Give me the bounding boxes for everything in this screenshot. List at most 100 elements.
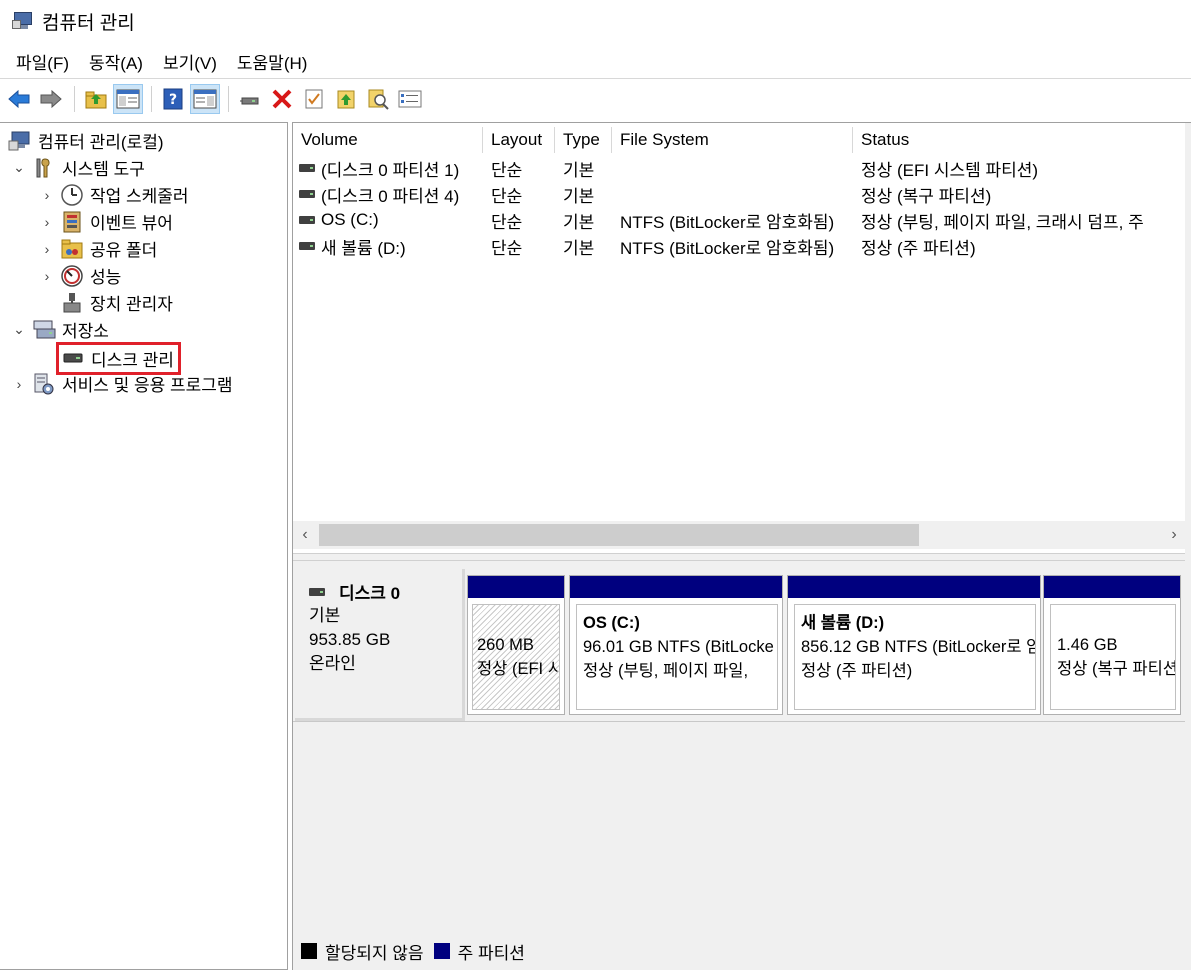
chevron-right-icon[interactable]: ›	[40, 241, 54, 257]
column-header-volume[interactable]: Volume	[293, 127, 483, 153]
disk-kind: 기본	[309, 606, 341, 625]
partition-size: 96.01 GB NTFS (BitLocke	[583, 638, 774, 656]
tree-item-storage[interactable]: ⌄ 저장소	[12, 316, 109, 343]
scrollbar-thumb[interactable]	[319, 524, 919, 546]
partition-new-volume-d[interactable]: 새 볼륨 (D:) 856.12 GB NTFS (BitLocker로 암 정…	[787, 575, 1041, 715]
volume-cell: (디스크 0 파티션 1)	[293, 155, 483, 181]
help-button[interactable]: ?	[158, 84, 188, 114]
layout-cell: 단순	[491, 186, 523, 206]
computer-management-icon	[12, 10, 34, 32]
column-header-file-system[interactable]: File System	[612, 127, 853, 153]
legend: 할당되지 않음 주 파티션	[301, 938, 525, 964]
vertical-scrollbar[interactable]	[1185, 123, 1191, 970]
disk-icon	[299, 164, 315, 172]
scroll-right-icon[interactable]: ›	[1164, 525, 1184, 545]
partition-status: 정상 (EFI 시	[477, 660, 560, 678]
chevron-right-icon[interactable]: ›	[40, 187, 54, 203]
show-hide-tree-icon	[116, 89, 140, 108]
status-cell: 정상 (주 파티션)	[861, 238, 976, 258]
disk-name: 디스크 0	[339, 584, 401, 603]
tree-label: 컴퓨터 관리(로컬)	[38, 133, 164, 152]
disk-0-label[interactable]: 디스크 0 기본 953.85 GB 온라인	[295, 569, 465, 721]
partition-title	[1057, 611, 1169, 633]
disk-title: 디스크 0	[309, 579, 462, 604]
fs-cell	[612, 181, 853, 207]
disk-graphical-view: 디스크 0 기본 953.85 GB 온라인 260 MB 정상 (EFI 시 …	[293, 561, 1186, 970]
show-hide-action-pane-button[interactable]	[190, 83, 220, 114]
type-cell: 기본	[563, 186, 595, 206]
volume-cell: (디스크 0 파티션 4)	[293, 181, 483, 207]
list-view-button[interactable]	[395, 84, 425, 114]
partition-body: OS (C:) 96.01 GB NTFS (BitLocke 정상 (부팅, …	[576, 604, 778, 710]
table-row[interactable]: (디스크 0 파티션 4) 단순 기본 정상 (복구 파티션)	[293, 181, 1186, 207]
disk-size: 953.85 GB	[309, 630, 391, 649]
column-header-layout[interactable]: Layout	[483, 127, 555, 153]
partition-bar	[570, 576, 782, 598]
table-row[interactable]: 새 볼륨 (D:) 단순 기본 NTFS (BitLocker로 암호화됨) 정…	[293, 233, 1186, 259]
tree-item-root[interactable]: 컴퓨터 관리(로컬)	[8, 127, 164, 154]
tree-label: 장치 관리자	[90, 295, 173, 314]
partition-title: OS (C:)	[583, 614, 640, 632]
properties-button[interactable]	[299, 84, 329, 114]
tree-item-services-applications[interactable]: › 서비스 및 응용 프로그램	[12, 370, 233, 397]
toolbar: ?	[0, 78, 1191, 118]
computer-management-icon	[8, 129, 32, 153]
partition-bar	[468, 576, 564, 598]
menu-file[interactable]: 파일(F)	[6, 45, 79, 78]
partition-size: 856.12 GB NTFS (BitLocker로 암	[801, 638, 1036, 656]
status-cell: 정상 (EFI 시스템 파티션)	[861, 160, 1039, 180]
chevron-right-icon[interactable]: ›	[40, 268, 54, 284]
partition-recovery[interactable]: 1.46 GB 정상 (복구 파티션)	[1043, 575, 1181, 715]
column-header-status[interactable]: Status	[853, 127, 1186, 153]
partition-efi[interactable]: 260 MB 정상 (EFI 시	[467, 575, 565, 715]
chevron-down-icon[interactable]: ⌄	[12, 321, 26, 337]
partition-os-c[interactable]: OS (C:) 96.01 GB NTFS (BitLocke 정상 (부팅, …	[569, 575, 783, 715]
pane-splitter[interactable]	[293, 553, 1191, 561]
delete-button[interactable]	[267, 84, 297, 114]
clock-icon	[60, 183, 84, 207]
volume-name: 새 볼륨 (D:)	[321, 238, 406, 258]
up-folder-icon	[85, 91, 107, 108]
tree-label: 서비스 및 응용 프로그램	[62, 376, 233, 395]
tree-item-performance[interactable]: › 성능	[40, 262, 121, 289]
tree-label: 성능	[90, 268, 122, 287]
help-icon: ?	[163, 88, 183, 109]
type-cell: 기본	[563, 160, 595, 180]
show-hide-console-tree-button[interactable]	[113, 83, 143, 114]
table-row[interactable]: OS (C:) 단순 기본 NTFS (BitLocker로 암호화됨) 정상 …	[293, 207, 1186, 233]
table-row[interactable]: (디스크 0 파티션 1) 단순 기본 정상 (EFI 시스템 파티션)	[293, 155, 1186, 181]
forward-button[interactable]	[36, 84, 66, 114]
chevron-down-icon[interactable]: ⌄	[12, 159, 26, 175]
fs-cell: NTFS (BitLocker로 암호화됨)	[620, 238, 835, 258]
connect-button[interactable]	[235, 84, 265, 114]
window-title: 컴퓨터 관리	[42, 12, 135, 34]
chevron-right-icon[interactable]: ›	[12, 376, 26, 392]
column-header-type[interactable]: Type	[555, 127, 612, 153]
tree-label: 이벤트 뷰어	[90, 214, 173, 233]
delete-icon	[272, 89, 292, 108]
toolbar-separator	[228, 85, 229, 112]
menu-help[interactable]: 도움말(H)	[227, 45, 318, 78]
partition-bar	[788, 576, 1040, 598]
tree-item-task-scheduler[interactable]: › 작업 스케줄러	[40, 181, 189, 208]
disk-state: 온라인	[309, 654, 356, 673]
back-button[interactable]	[4, 84, 34, 114]
tree-item-system-tools[interactable]: ⌄ 시스템 도구	[12, 154, 145, 181]
tools-icon	[32, 156, 56, 180]
scroll-left-icon[interactable]: ‹	[295, 525, 315, 545]
svg-text:?: ?	[169, 92, 177, 108]
menu-action[interactable]: 동작(A)	[79, 45, 153, 78]
volume-name: (디스크 0 파티션 1)	[321, 160, 460, 180]
tree-label: 작업 스케줄러	[90, 187, 189, 206]
tree-item-event-viewer[interactable]: › 이벤트 뷰어	[40, 208, 173, 235]
tree-item-device-manager[interactable]: 장치 관리자	[60, 289, 173, 316]
chevron-right-icon[interactable]: ›	[40, 214, 54, 230]
horizontal-scrollbar[interactable]: ‹ ›	[293, 521, 1186, 549]
search-button[interactable]	[363, 84, 393, 114]
tree-item-shared-folders[interactable]: › 공유 폴더	[40, 235, 157, 262]
search-icon	[368, 89, 389, 110]
up-one-level-button[interactable]	[81, 84, 111, 114]
rescan-button[interactable]	[331, 84, 361, 114]
partition-body: 260 MB 정상 (EFI 시	[472, 604, 560, 710]
menu-view[interactable]: 보기(V)	[153, 45, 227, 78]
